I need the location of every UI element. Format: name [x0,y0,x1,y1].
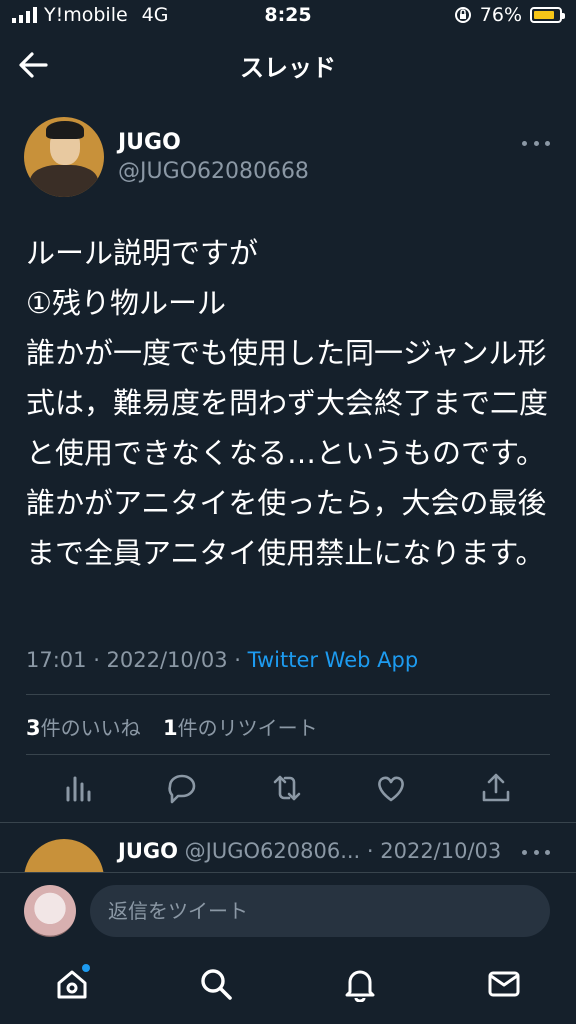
tweet-meta: 17:01 · 2022/10/03 · Twitter Web App [26,648,418,672]
orientation-lock-icon [454,7,471,23]
source-app-link[interactable]: Twitter Web App [248,648,419,672]
author-info[interactable]: JUGO @JUGO62080668 [118,130,309,184]
bottom-tab-bar [0,950,576,1024]
likes-label: 件のいいね [40,716,141,740]
author-avatar[interactable] [24,117,104,197]
likes-count: 3 [26,716,41,740]
share-icon[interactable] [478,770,514,806]
engagement-stats: 3件のいいね 1件のリツイート [26,712,318,741]
battery-icon [530,7,565,23]
retweets-stat[interactable]: 1件のリツイート [163,716,318,740]
analytics-icon[interactable] [60,770,96,806]
messages-icon[interactable] [486,966,522,1002]
divider [26,754,550,755]
author-handle[interactable]: @JUGO62080668 [118,159,309,184]
user-avatar [24,885,76,937]
reply-header: JUGO @JUGO620806... · 2022/10/03 [118,839,501,863]
author-name[interactable]: JUGO [118,130,309,155]
retweets-count: 1 [162,716,178,740]
status-bar: Y!mobile 4G 8:25 76% [0,0,576,32]
page-title: スレッド [240,54,336,82]
reply-author-name[interactable]: JUGO [118,839,178,863]
tweet-timestamp: 17:01 · 2022/10/03 · [26,648,248,672]
search-icon[interactable] [198,966,234,1002]
reply-composer: 返信をツイート [0,872,576,951]
more-icon[interactable] [522,847,550,857]
retweet-icon[interactable] [269,770,305,806]
top-navigation-bar: スレッド [0,34,576,94]
notification-dot [82,964,90,972]
status-right: 76% [454,4,565,26]
more-icon[interactable] [522,138,550,148]
reply-handle-date: @JUGO620806... · 2022/10/03 [184,839,502,863]
reply-icon[interactable] [164,770,200,806]
likes-stat[interactable]: 3件のいいね [26,716,141,740]
tweet-actions [0,770,576,810]
divider [26,694,550,695]
notifications-icon[interactable] [342,966,378,1002]
reply-input[interactable]: 返信をツイート [90,885,550,937]
battery-percent: 76% [479,4,522,26]
like-icon[interactable] [373,770,409,806]
retweets-label: 件のリツイート [177,716,318,740]
tweet-text: ルール説明ですが ①残り物ルール 誰かが一度でも使用した同一ジャンル形式は，難易… [26,236,549,570]
